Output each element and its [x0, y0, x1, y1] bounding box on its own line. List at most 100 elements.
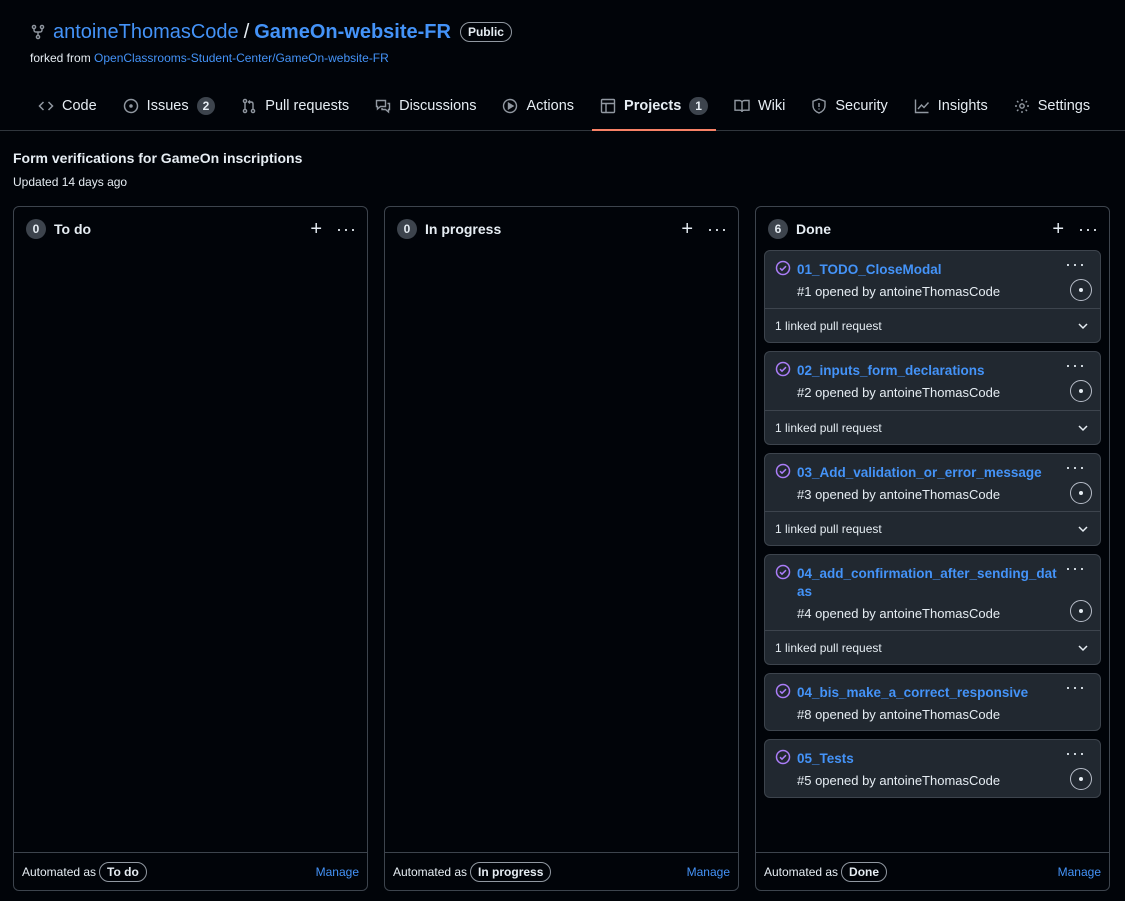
card-title-link[interactable]: 04_bis_make_a_correct_responsive — [797, 684, 1062, 702]
column-done: 6 Done + ··· 01_TODO_CloseModal #1 opene… — [755, 206, 1110, 891]
automation-pill: To do — [99, 861, 147, 882]
card-title-link[interactable]: 05_Tests — [797, 750, 1062, 768]
column-name: To do — [54, 221, 92, 237]
automated-label: Automated as — [393, 864, 468, 879]
tab-label: Settings — [1037, 98, 1091, 114]
manage-link[interactable]: Manage — [687, 865, 730, 879]
manage-link[interactable]: Manage — [316, 865, 359, 879]
issue-card[interactable]: 04_add_confirmation_after_sending_datas … — [764, 554, 1101, 665]
avatar-icon[interactable] — [1070, 380, 1092, 402]
card-menu-icon[interactable]: ··· — [1065, 355, 1086, 376]
column-name: Done — [796, 221, 831, 237]
forked-from-link[interactable]: OpenClassrooms-Student-Center/GameOn-web… — [94, 51, 389, 65]
tab-label: Projects — [624, 98, 682, 114]
project-title: Form verifications for GameOn inscriptio… — [13, 150, 303, 166]
column-header: 0 In progress + ··· — [397, 219, 728, 239]
tab-count-badge: 2 — [196, 97, 216, 115]
repo-slash: / — [243, 20, 250, 43]
chevron-down-icon — [1078, 645, 1088, 652]
column-count-badge: 0 — [26, 219, 46, 239]
project-updated: Updated 14 days ago — [13, 175, 128, 189]
column-in-progress: 0 In progress + ··· Automated as In prog… — [384, 206, 739, 891]
closed-issue-icon — [775, 361, 791, 377]
linked-pr-label: 1 linked pull request — [775, 641, 882, 655]
column-name: In progress — [425, 221, 502, 237]
tab-issues[interactable]: Issues 2 — [115, 86, 224, 126]
graph-icon — [914, 99, 929, 114]
column-menu-icon[interactable]: ··· — [707, 220, 728, 238]
table-icon — [600, 98, 616, 114]
tab-code[interactable]: Code — [30, 86, 105, 126]
card-menu-icon[interactable]: ··· — [1065, 677, 1086, 698]
column-footer: Automated as In progress Manage — [385, 852, 738, 890]
automation-pill: Done — [841, 861, 888, 882]
tab-actions[interactable]: Actions — [494, 86, 582, 126]
column-header: 6 Done + ··· — [768, 219, 1099, 239]
tab-pull-requests[interactable]: Pull requests — [233, 86, 357, 126]
pull-request-icon — [242, 98, 256, 114]
column-count-badge: 6 — [768, 219, 788, 239]
avatar-icon[interactable] — [1070, 768, 1092, 790]
tab-label: Issues — [146, 98, 189, 114]
add-card-icon[interactable]: + — [1052, 219, 1064, 239]
chevron-down-icon — [1078, 526, 1088, 533]
repo-name-link[interactable]: GameOn-website-FR — [254, 21, 451, 44]
card-subtitle: #4 opened by antoineThomasCode — [797, 606, 1001, 621]
card-subtitle: #8 opened by antoineThomasCode — [797, 707, 1001, 722]
avatar-icon[interactable] — [1070, 600, 1092, 622]
issue-card[interactable]: 05_Tests #5 opened by antoineThomasCode … — [764, 739, 1101, 798]
card-title-link[interactable]: 04_add_confirmation_after_sending_datas — [797, 565, 1062, 601]
card-subtitle: #1 opened by antoineThomasCode — [797, 284, 1001, 299]
book-icon — [734, 99, 750, 113]
card-menu-icon[interactable]: ··· — [1065, 254, 1086, 275]
linked-pr-label: 1 linked pull request — [775, 421, 882, 435]
card-title-link[interactable]: 03_Add_validation_or_error_message — [797, 464, 1062, 482]
linked-pr-toggle[interactable]: 1 linked pull request — [765, 630, 1100, 665]
card-subtitle: #2 opened by antoineThomasCode — [797, 385, 1001, 400]
tab-insights[interactable]: Insights — [906, 86, 996, 126]
tab-label: Code — [62, 98, 97, 114]
closed-issue-icon — [775, 260, 791, 276]
forked-from-line: forked from OpenClassrooms-Student-Cente… — [30, 51, 389, 65]
repo-owner-link[interactable]: antoineThomasCode — [53, 21, 239, 44]
card-menu-icon[interactable]: ··· — [1065, 457, 1086, 478]
column-footer: Automated as To do Manage — [14, 852, 367, 890]
chevron-down-icon — [1078, 425, 1088, 432]
tab-label: Discussions — [399, 98, 477, 114]
repo-nav-tabs: Code Issues 2 Pull requests Discussions … — [30, 86, 1108, 131]
code-icon — [38, 101, 54, 111]
card-menu-icon[interactable]: ··· — [1065, 743, 1086, 764]
column-menu-icon[interactable]: ··· — [336, 220, 357, 238]
tab-settings[interactable]: Settings — [1006, 86, 1098, 126]
linked-pr-toggle[interactable]: 1 linked pull request — [765, 511, 1100, 546]
column-to-do: 0 To do + ··· Automated as To do Manage — [13, 206, 368, 891]
issue-card[interactable]: 02_inputs_form_declarations #2 opened by… — [764, 351, 1101, 445]
shield-icon — [812, 98, 827, 114]
tab-security[interactable]: Security — [803, 86, 895, 126]
issue-card[interactable]: 04_bis_make_a_correct_responsive #8 open… — [764, 673, 1101, 731]
tab-label: Pull requests — [265, 98, 350, 114]
manage-link[interactable]: Manage — [1058, 865, 1101, 879]
card-subtitle: #3 opened by antoineThomasCode — [797, 487, 1001, 502]
card-title-link[interactable]: 02_inputs_form_declarations — [797, 362, 1062, 380]
visibility-badge: Public — [459, 22, 512, 42]
card-title-link[interactable]: 01_TODO_CloseModal — [797, 261, 1062, 279]
avatar-icon[interactable] — [1070, 279, 1092, 301]
tab-label: Security — [835, 98, 888, 114]
column-menu-icon[interactable]: ··· — [1078, 220, 1099, 238]
card-menu-icon[interactable]: ··· — [1065, 558, 1086, 579]
add-card-icon[interactable]: + — [310, 219, 322, 239]
repo-header: antoineThomasCode / GameOn-website-FR Pu… — [0, 0, 1125, 131]
column-header: 0 To do + ··· — [26, 219, 357, 239]
tab-discussions[interactable]: Discussions — [367, 86, 484, 126]
issue-card[interactable]: 01_TODO_CloseModal #1 opened by antoineT… — [764, 250, 1101, 343]
tab-wiki[interactable]: Wiki — [726, 86, 793, 126]
tab-projects[interactable]: Projects 1 — [592, 86, 716, 131]
linked-pr-toggle[interactable]: 1 linked pull request — [765, 410, 1100, 445]
issue-card[interactable]: 03_Add_validation_or_error_message #3 op… — [764, 453, 1101, 546]
automated-label: Automated as — [764, 864, 839, 879]
add-card-icon[interactable]: + — [681, 219, 693, 239]
avatar-icon[interactable] — [1070, 482, 1092, 504]
linked-pr-toggle[interactable]: 1 linked pull request — [765, 308, 1100, 343]
forked-from-label: forked from — [30, 51, 91, 65]
